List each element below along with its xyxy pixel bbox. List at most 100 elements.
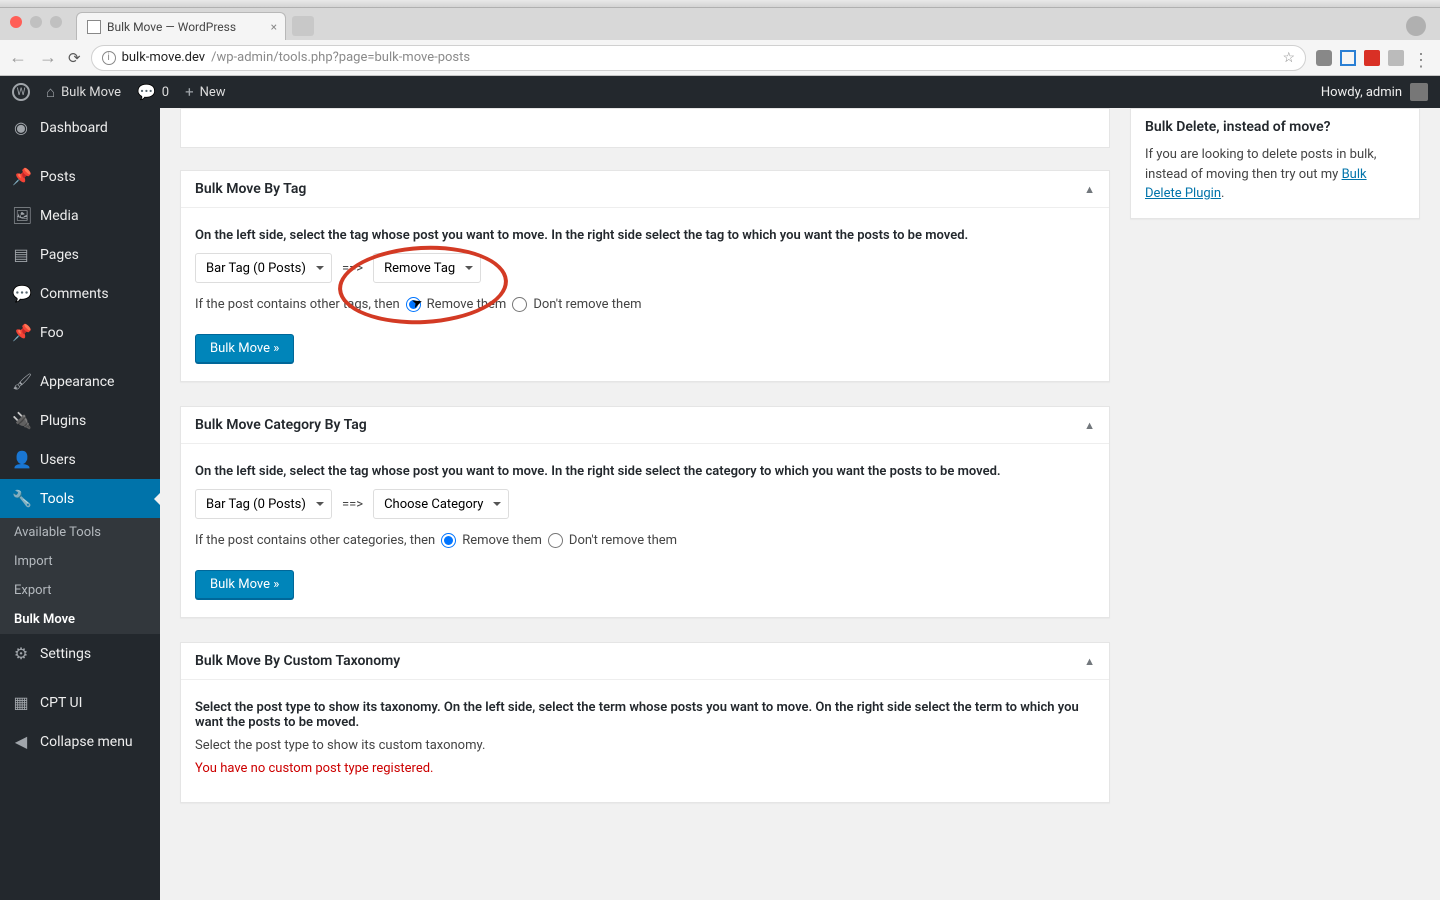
forward-button: → bbox=[38, 47, 58, 68]
zoom-window-icon[interactable] bbox=[50, 16, 62, 28]
back-button[interactable]: ← bbox=[8, 47, 28, 68]
menu-settings[interactable]: ⚙Settings bbox=[0, 634, 160, 673]
bookmark-star-icon[interactable]: ☆ bbox=[1282, 50, 1295, 66]
home-icon: ⌂ bbox=[46, 83, 55, 101]
menu-appearance[interactable]: 🖌Appearance bbox=[0, 362, 160, 401]
comments-link[interactable]: 💬0 bbox=[137, 83, 169, 101]
menu-tools[interactable]: 🔧Tools bbox=[0, 479, 160, 518]
postbox-title: Bulk Move By Custom Taxonomy bbox=[195, 653, 400, 669]
postbox-header[interactable]: Bulk Move By Tag ▲ bbox=[181, 171, 1109, 208]
menu-label: Media bbox=[40, 208, 79, 224]
wrench-icon: 🔧 bbox=[12, 489, 30, 508]
postbox-header[interactable]: Bulk Move By Custom Taxonomy ▲ bbox=[181, 643, 1109, 680]
postbox-stub bbox=[180, 108, 1110, 148]
dest-category-select[interactable]: Choose Category bbox=[373, 489, 509, 519]
bulk-move-button[interactable]: Bulk Move » bbox=[195, 334, 294, 363]
extension-icon[interactable] bbox=[1340, 50, 1356, 66]
sidebox-body: If you are looking to delete posts in bu… bbox=[1131, 145, 1419, 218]
wordpress-logo-icon[interactable]: W bbox=[12, 83, 30, 101]
close-tab-icon[interactable]: × bbox=[271, 20, 277, 34]
menu-label: Settings bbox=[40, 646, 91, 662]
postbox-by-tag: Bulk Move By Tag ▲ On the left side, sel… bbox=[180, 170, 1110, 382]
account-menu[interactable]: Howdy, admin bbox=[1321, 83, 1428, 101]
minimize-window-icon[interactable] bbox=[30, 16, 42, 28]
postbox-cat-by-tag: Bulk Move Category By Tag ▲ On the left … bbox=[180, 406, 1110, 618]
window-controls[interactable] bbox=[10, 16, 62, 28]
menu-foo[interactable]: 📌Foo bbox=[0, 313, 160, 352]
collapse-menu[interactable]: ◀Collapse menu bbox=[0, 722, 160, 761]
postbox-custom-taxonomy: Bulk Move By Custom Taxonomy ▲ Select th… bbox=[180, 642, 1110, 803]
radio-label: Don't remove them bbox=[533, 297, 641, 312]
address-bar[interactable]: i bulk-move.dev/wp-admin/tools.php?page=… bbox=[91, 45, 1306, 71]
toggle-icon[interactable]: ▲ bbox=[1084, 419, 1095, 432]
url-host: bulk-move.dev bbox=[122, 50, 206, 65]
dont-remove-radio[interactable] bbox=[512, 297, 527, 312]
radio-label: Remove them bbox=[462, 533, 542, 548]
remove-radio[interactable] bbox=[441, 533, 456, 548]
mac-window-chrome bbox=[0, 0, 1440, 8]
user-icon: 👤 bbox=[12, 450, 30, 469]
browser-tabstrip: Bulk Move — WordPress × bbox=[0, 8, 1440, 40]
menu-label: Pages bbox=[40, 247, 79, 263]
dont-remove-radio[interactable] bbox=[548, 533, 563, 548]
submenu-import[interactable]: Import bbox=[0, 547, 160, 576]
chrome-menu-icon[interactable]: ⋮ bbox=[1412, 50, 1428, 66]
radio-prefix: If the post contains other tags, then bbox=[195, 297, 400, 312]
menu-plugins[interactable]: 🔌Plugins bbox=[0, 401, 160, 440]
menu-cpt-ui[interactable]: ▦CPT UI bbox=[0, 683, 160, 722]
taxonomy-note: Select the post type to show its custom … bbox=[195, 738, 1095, 753]
page-icon: ▤ bbox=[12, 245, 30, 264]
profile-avatar-icon[interactable] bbox=[1406, 16, 1426, 36]
menu-label: Comments bbox=[40, 286, 109, 302]
wp-admin-menu: ◉Dashboard 📌Posts 🖼Media ▤Pages 💬Comment… bbox=[0, 108, 160, 900]
menu-posts[interactable]: 📌Posts bbox=[0, 157, 160, 196]
comment-icon: 💬 bbox=[137, 83, 156, 101]
menu-media[interactable]: 🖼 Media bbox=[0, 196, 160, 235]
postbox-description: On the left side, select the tag whose p… bbox=[195, 228, 1095, 243]
menu-label: Appearance bbox=[40, 374, 114, 390]
postbox-header[interactable]: Bulk Move Category By Tag ▲ bbox=[181, 407, 1109, 444]
site-link[interactable]: ⌂Bulk Move bbox=[46, 83, 121, 101]
menu-label: Collapse menu bbox=[40, 734, 133, 750]
extension-icon[interactable] bbox=[1364, 50, 1380, 66]
menu-label: Plugins bbox=[40, 413, 86, 429]
site-info-icon[interactable]: i bbox=[102, 51, 116, 65]
close-window-icon[interactable] bbox=[10, 16, 22, 28]
new-tab-button[interactable] bbox=[292, 16, 314, 36]
sidebox-text: . bbox=[1221, 186, 1224, 201]
browser-tab[interactable]: Bulk Move — WordPress × bbox=[76, 12, 286, 40]
menu-label: Users bbox=[40, 452, 76, 468]
pin-icon: 📌 bbox=[12, 323, 30, 342]
bulk-move-button[interactable]: Bulk Move » bbox=[195, 570, 294, 599]
submenu-bulk-move[interactable]: Bulk Move bbox=[0, 605, 160, 634]
new-link[interactable]: +New bbox=[185, 83, 225, 101]
submenu-available-tools[interactable]: Available Tools bbox=[0, 518, 160, 547]
toggle-icon[interactable]: ▲ bbox=[1084, 655, 1095, 668]
media-icon: 🖼 bbox=[12, 206, 30, 225]
dest-tag-select[interactable]: Remove Tag bbox=[373, 253, 481, 283]
wp-admin-bar: W ⌂Bulk Move 💬0 +New Howdy, admin bbox=[0, 76, 1440, 108]
menu-dashboard[interactable]: ◉Dashboard bbox=[0, 108, 160, 147]
sidebox-bulk-delete: Bulk Delete, instead of move? If you are… bbox=[1130, 108, 1420, 219]
menu-users[interactable]: 👤 Users bbox=[0, 440, 160, 479]
reload-button[interactable]: ⟳ bbox=[68, 49, 81, 67]
howdy-text: Howdy, admin bbox=[1321, 85, 1402, 100]
remove-radio[interactable] bbox=[406, 297, 421, 312]
source-tag-select[interactable]: Bar Tag (0 Posts) bbox=[195, 253, 332, 283]
menu-comments[interactable]: 💬Comments bbox=[0, 274, 160, 313]
toggle-icon[interactable]: ▲ bbox=[1084, 183, 1095, 196]
extension-icons: ⋮ bbox=[1316, 50, 1432, 66]
extension-icon[interactable] bbox=[1316, 50, 1332, 66]
menu-label: Posts bbox=[40, 169, 76, 185]
url-path: /wp-admin/tools.php?page=bulk-move-posts bbox=[211, 50, 470, 65]
radio-prefix: If the post contains other categories, t… bbox=[195, 533, 435, 548]
extension-icon[interactable] bbox=[1388, 50, 1404, 66]
postbox-description: On the left side, select the tag whose p… bbox=[195, 464, 1095, 479]
menu-pages[interactable]: ▤ Pages bbox=[0, 235, 160, 274]
source-tag-select[interactable]: Bar Tag (0 Posts) bbox=[195, 489, 332, 519]
tools-submenu: Available Tools Import Export Bulk Move bbox=[0, 518, 160, 634]
submenu-export[interactable]: Export bbox=[0, 576, 160, 605]
comment-count: 0 bbox=[162, 85, 169, 100]
menu-label: Dashboard bbox=[40, 120, 108, 136]
browser-toolbar: ← → ⟳ i bulk-move.dev/wp-admin/tools.php… bbox=[0, 40, 1440, 76]
